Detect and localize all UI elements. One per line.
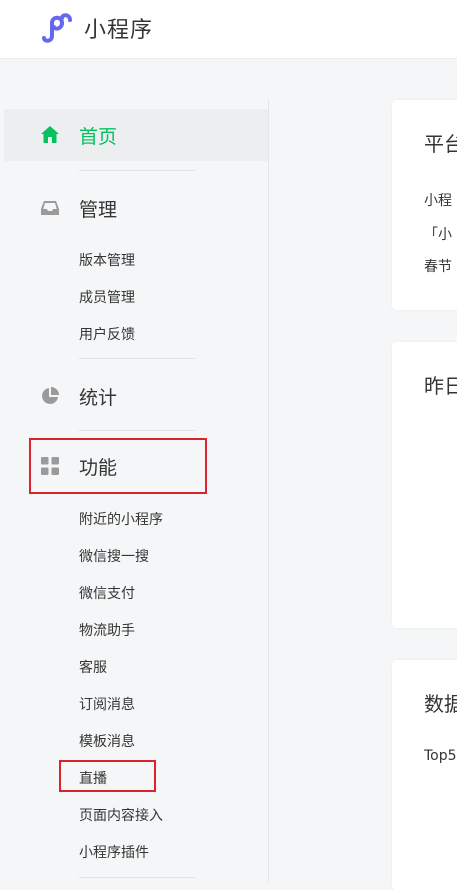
home-icon — [41, 126, 59, 143]
app-title: 小程序 — [84, 18, 154, 43]
sidebar-item-stats[interactable]: 统计 — [4, 370, 268, 422]
sidebar-subitem-feedback[interactable]: 用户反馈 — [79, 324, 135, 344]
sidebar-subitem-members[interactable]: 成员管理 — [79, 287, 135, 307]
card-text-line[interactable]: 「小 — [424, 224, 452, 244]
highlight-box-live — [59, 760, 156, 792]
top-header: 小程序 — [0, 0, 457, 59]
sidebar-subitem-plugins[interactable]: 小程序插件 — [79, 842, 149, 862]
yesterday-data-card: 昨日 — [392, 342, 457, 628]
sidebar-item-label: 统计 — [79, 387, 118, 409]
sidebar-subitem-template[interactable]: 模板消息 — [79, 731, 135, 751]
sidebar-subitem-customer-service[interactable]: 客服 — [79, 657, 107, 677]
inbox-icon — [41, 201, 59, 215]
card-text-line: Top5 — [424, 748, 457, 764]
sidebar-item-manage[interactable]: 管理 — [4, 182, 268, 234]
data-card: 数据 Top5 — [392, 660, 457, 890]
sidebar-subitem-nearby[interactable]: 附近的小程序 — [79, 509, 163, 529]
divider — [79, 358, 195, 359]
divider — [79, 170, 195, 171]
sidebar-subitem-pay[interactable]: 微信支付 — [79, 583, 135, 603]
sidebar-item-label: 首页 — [79, 126, 118, 148]
card-title: 数据 — [424, 692, 457, 716]
divider — [79, 877, 195, 878]
sidebar-item-label: 管理 — [79, 199, 118, 221]
sidebar-item-home[interactable]: 首页 — [4, 109, 268, 161]
sidebar-subitem-version[interactable]: 版本管理 — [79, 250, 135, 270]
divider — [79, 430, 195, 431]
sidebar-subitem-search[interactable]: 微信搜一搜 — [79, 546, 149, 566]
sidebar-subitem-subscribe[interactable]: 订阅消息 — [79, 694, 135, 714]
card-text-line[interactable]: 小程 — [424, 190, 452, 210]
platform-notice-card: 平台 小程 「小 春节 — [392, 100, 457, 310]
card-title: 平台 — [424, 132, 457, 156]
pie-chart-icon — [42, 387, 59, 404]
card-text-line[interactable]: 春节 — [424, 256, 452, 276]
card-title: 昨日 — [424, 374, 457, 398]
sidebar-nav: 首页 管理 版本管理 成员管理 用户反馈 统计 功能 附近的小程序 微信搜一搜 … — [0, 100, 269, 883]
mini-program-logo-icon[interactable] — [40, 11, 76, 43]
sidebar-subitem-logistics[interactable]: 物流助手 — [79, 620, 135, 640]
sidebar-subitem-page-content[interactable]: 页面内容接入 — [79, 805, 163, 825]
highlight-box-features — [29, 438, 207, 494]
